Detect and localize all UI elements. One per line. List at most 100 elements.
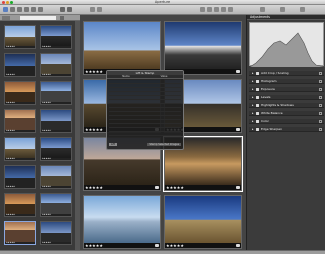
crop-icon[interactable] xyxy=(200,7,205,12)
disclosure-triangle-icon[interactable]: ▸ xyxy=(252,111,254,116)
filter-icon[interactable] xyxy=(2,16,10,20)
thumbnail[interactable]: ★★★★★ xyxy=(40,193,72,217)
new-project-icon[interactable] xyxy=(3,7,8,12)
section-options-icon[interactable] xyxy=(319,88,322,91)
section-options-icon[interactable] xyxy=(319,96,322,99)
thumbnail-rating: ★★★★★ xyxy=(6,158,15,160)
photo-tile[interactable]: ★★★★★ xyxy=(164,195,242,249)
thumbnail-rating: ★★★★★ xyxy=(6,46,15,48)
section-options-icon[interactable] xyxy=(319,80,322,83)
disclosure-triangle-icon[interactable]: ▸ xyxy=(252,71,254,76)
histogram xyxy=(249,22,325,68)
thumbnail-image xyxy=(41,54,71,74)
thumbnail[interactable]: ★★★★★ xyxy=(4,165,36,189)
stack-icon[interactable] xyxy=(38,7,43,12)
adjustment-section[interactable]: ▸ Highlights & Shadows xyxy=(249,103,324,108)
thumbnail[interactable]: ★★★★★ xyxy=(4,193,36,217)
adjustment-section[interactable]: ▸ Levels xyxy=(249,95,324,100)
photo-rating: ★★★★★ xyxy=(85,127,103,132)
thumbnail-image xyxy=(41,26,71,46)
enable-checkbox[interactable] xyxy=(256,128,259,131)
view-as-list-icon[interactable] xyxy=(60,16,64,20)
adjustment-section-label: Add Crop / Scaling xyxy=(261,71,289,75)
thumbnail[interactable]: ★★★★★ xyxy=(40,221,72,245)
thumbnail[interactable]: ★★★★★ xyxy=(40,81,72,105)
enable-checkbox[interactable] xyxy=(256,88,259,91)
disclosure-triangle-icon[interactable]: ▸ xyxy=(252,79,254,84)
enable-checkbox[interactable] xyxy=(256,112,259,115)
redeye-icon[interactable] xyxy=(207,7,212,12)
full-screen-icon[interactable] xyxy=(300,7,305,12)
enable-checkbox[interactable] xyxy=(256,80,259,83)
adjustments-inspector: Adjustments ▸ Add Crop / Scaling ▸ Histogra… xyxy=(246,15,325,250)
thumbnail[interactable]: ★★★★★ xyxy=(40,109,72,133)
photo-tile[interactable]: ★★★★★ xyxy=(83,195,161,249)
thumbnail[interactable]: ★★★★★ xyxy=(4,53,36,77)
adjusted-badge-icon xyxy=(155,186,159,189)
hud-col-name: Name xyxy=(122,75,130,78)
thumbnail-rating: ★★★★★ xyxy=(42,102,51,104)
web-icon[interactable] xyxy=(24,7,29,12)
enable-checkbox[interactable] xyxy=(256,72,259,75)
lift-tool-icon[interactable] xyxy=(221,7,226,12)
enable-checkbox[interactable] xyxy=(256,104,259,107)
lift-button[interactable]: Lift xyxy=(109,143,117,146)
photo-tile[interactable]: ★★★★★ xyxy=(83,21,161,75)
adjustment-section[interactable]: ▸ Histogram xyxy=(249,79,324,84)
section-options-icon[interactable] xyxy=(319,104,322,107)
disclosure-triangle-icon[interactable]: ▸ xyxy=(252,95,254,100)
enable-checkbox[interactable] xyxy=(256,96,259,99)
adjustment-section[interactable]: ▸ White Balance xyxy=(249,111,324,116)
lift-stamp-hud[interactable]: Lift & Stamp Name Value Lift Stamp Selec… xyxy=(106,70,184,150)
thumbnail[interactable]: ★★★★★ xyxy=(4,25,36,49)
thumbnail[interactable]: ★★★★★ xyxy=(40,53,72,77)
thumbnail[interactable]: ★★★★★ xyxy=(4,137,36,161)
adjustment-section[interactable]: ▸ Color xyxy=(249,119,324,124)
toolbar xyxy=(0,5,325,15)
thumbnail-image xyxy=(5,222,35,242)
disclosure-triangle-icon[interactable]: ▸ xyxy=(252,127,254,132)
thumbnail[interactable]: ★★★★★ xyxy=(40,165,72,189)
rotate-icon[interactable] xyxy=(90,7,95,12)
thumbnail-image xyxy=(5,82,35,102)
loupe-icon[interactable] xyxy=(280,7,285,12)
section-options-icon[interactable] xyxy=(319,72,322,75)
import-icon[interactable] xyxy=(10,7,15,12)
hud-columns: Name Value xyxy=(107,75,183,79)
photo-rating: ★★★★★ xyxy=(85,69,103,74)
photo-tile[interactable]: ★★★★★ xyxy=(164,21,242,75)
section-options-icon[interactable] xyxy=(319,112,322,115)
inspector-icon[interactable] xyxy=(260,7,265,12)
adjustment-section-label: Highlights & Shadows xyxy=(261,103,294,107)
email-icon[interactable] xyxy=(17,7,22,12)
search-input[interactable] xyxy=(20,16,56,20)
section-options-icon[interactable] xyxy=(319,120,322,123)
spot-patch-icon[interactable] xyxy=(214,7,219,12)
hud-row[interactable] xyxy=(109,132,181,136)
photo-image xyxy=(84,196,160,243)
straighten-icon[interactable] xyxy=(97,7,102,12)
thumbnail[interactable]: ★★★★★ xyxy=(4,221,36,245)
enable-checkbox[interactable] xyxy=(256,120,259,123)
stamp-tool-icon[interactable] xyxy=(228,7,233,12)
adjustment-section[interactable]: ▸ Add Crop / Scaling xyxy=(249,71,324,76)
thumbnail[interactable]: ★★★★★ xyxy=(40,137,72,161)
stamp-button[interactable]: Stamp Selected Images xyxy=(147,143,181,146)
disclosure-triangle-icon[interactable]: ▸ xyxy=(252,87,254,92)
thumbnail[interactable]: ★★★★★ xyxy=(40,25,72,49)
adjustment-section[interactable]: ▸ Edge Sharpen xyxy=(249,127,324,132)
thumbnail-image xyxy=(5,194,35,214)
thumbnail-image xyxy=(5,110,35,130)
view-browser-icon[interactable] xyxy=(60,7,65,12)
photo-image xyxy=(84,22,160,69)
disclosure-triangle-icon[interactable]: ▸ xyxy=(252,103,254,108)
thumbnail-rating: ★★★★★ xyxy=(6,74,15,76)
thumbnail-rating: ★★★★★ xyxy=(42,130,51,132)
print-icon[interactable] xyxy=(31,7,36,12)
section-options-icon[interactable] xyxy=(319,128,322,131)
adjustment-section[interactable]: ▸ Exposure xyxy=(249,87,324,92)
thumbnail[interactable]: ★★★★★ xyxy=(4,81,36,105)
view-viewer-icon[interactable] xyxy=(67,7,72,12)
thumbnail[interactable]: ★★★★★ xyxy=(4,109,36,133)
disclosure-triangle-icon[interactable]: ▸ xyxy=(252,119,254,124)
